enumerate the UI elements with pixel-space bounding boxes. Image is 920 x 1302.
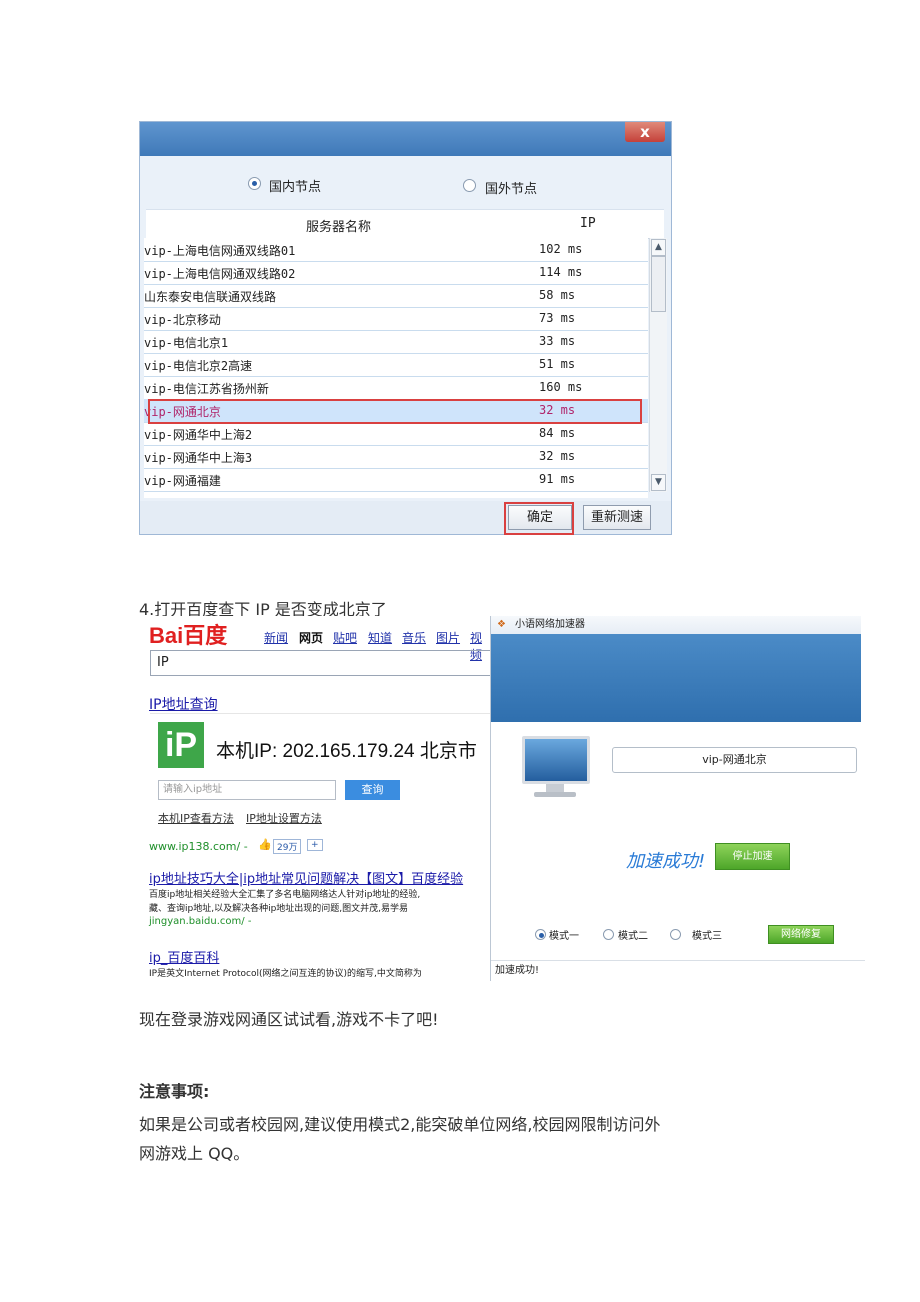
mode-three-radio[interactable] [670, 929, 681, 940]
server-list: vip-上海电信网通双线路01 102 ms vip-上海电信网通双线路02 114… [144, 238, 648, 498]
help-link-check-ip[interactable]: 本机IP查看方法 [158, 810, 234, 826]
result-experience-link[interactable]: ip地址技巧大全|ip地址常见问题解决【图文】百度经验 [149, 868, 491, 887]
baidu-search-page: Bai百度 新闻 网页 贴吧 知道 音乐 图片 视频 IP IP地址查询 iP … [147, 616, 495, 984]
server-ping: 33 ms [539, 334, 576, 348]
scroll-thumb[interactable] [651, 256, 666, 312]
mode-two-radio[interactable] [603, 929, 614, 940]
radio-domestic-label: 国内节点 [269, 180, 322, 195]
server-ping: 32 ms [539, 449, 576, 463]
server-name: 山东泰安电信联通双线路 [144, 290, 277, 304]
like-count: 29万 [273, 839, 302, 854]
column-ip[interactable]: IP [580, 216, 596, 231]
server-name: vip-电信北京2高速 [144, 359, 253, 373]
success-message: 加速成功! [626, 851, 706, 872]
ok-highlight-box [504, 502, 574, 535]
result-url: www.ip138.com/ - [149, 840, 248, 853]
server-name: vip-网通福建 [144, 474, 221, 488]
notes-heading: 注意事项: [139, 1082, 210, 1101]
notes-line-1: 如果是公司或者校园网,建议使用模式2,能突破单位网络,校园网限制访问外 [139, 1115, 661, 1134]
thumbs-up-icon[interactable]: 👍 [258, 838, 272, 851]
monitor-icon [522, 736, 590, 784]
server-name: vip-电信江苏省扬州新 [144, 382, 269, 396]
server-ping: 102 ms [539, 242, 583, 256]
status-bar: 加速成功! [491, 960, 865, 982]
result-baike-link[interactable]: ip_百度百科 [149, 947, 219, 966]
retest-button[interactable]: 重新测速 [583, 505, 651, 530]
notes-line-2: 网游戏上 QQ。 [139, 1144, 250, 1163]
mode-three-label: 模式三 [692, 931, 722, 942]
node-display-field[interactable]: vip-网通北京 [612, 747, 857, 773]
table-row[interactable]: vip-网通福建 91 ms [144, 468, 648, 492]
server-ping: 51 ms [539, 357, 576, 371]
close-button[interactable]: x [625, 122, 665, 142]
dialog-titlebar: x [140, 122, 671, 156]
table-row[interactable]: vip-上海电信网通双线路02 114 ms [144, 261, 648, 285]
mode-one-label: 模式一 [549, 931, 579, 942]
nav-zhidao[interactable]: 知道 [368, 629, 392, 646]
result-url: jingyan.baidu.com/ - [149, 916, 252, 927]
table-row[interactable]: 山东泰安电信联通双线路 58 ms [144, 284, 648, 308]
mode-two-label: 模式二 [618, 931, 648, 942]
app-banner [491, 634, 861, 722]
baidu-logo[interactable]: Bai百度 [149, 618, 227, 650]
stop-accelerate-button[interactable]: 停止加速 [715, 843, 790, 870]
table-row[interactable]: vip-北京移动 73 ms [144, 307, 648, 331]
scroll-up-icon[interactable]: ▲ [651, 239, 666, 256]
server-select-dialog: x 国内节点 国外节点 服务器名称 IP vip-上海电信网通双线路01 102 … [139, 121, 672, 535]
server-ping: 58 ms [539, 288, 576, 302]
table-row[interactable]: vip-电信北京2高速 51 ms [144, 353, 648, 377]
plus-button[interactable]: + [307, 839, 323, 851]
result-description: 百度ip地址相关经验大全汇集了多名电脑网络达人针对ip地址的经验, [149, 890, 421, 900]
scroll-down-icon[interactable]: ▼ [651, 474, 666, 491]
server-name: vip-电信北京1 [144, 336, 229, 350]
ip-address-input[interactable]: 请输入ip地址 [158, 780, 336, 800]
table-row[interactable]: vip-网通华中上海2 84 ms [144, 422, 648, 446]
table-row[interactable]: vip-上海电信网通双线路01 102 ms [144, 238, 648, 262]
nav-images[interactable]: 图片 [436, 629, 460, 646]
result-ip-lookup-link[interactable]: IP地址查询 [149, 694, 218, 714]
ip-info-card: iP 本机IP: 202.165.179.24 北京市 请输入ip地址 查询 本… [150, 713, 495, 832]
server-name: vip-上海电信网通双线路01 [144, 244, 296, 258]
list-scrollbar[interactable]: ▲ ▼ [649, 238, 667, 492]
monitor-base [534, 792, 576, 797]
mode-one-radio[interactable] [535, 929, 546, 940]
network-repair-button[interactable]: 网络修复 [768, 925, 834, 944]
table-header: 服务器名称 IP [146, 209, 664, 239]
app-title: 小语网络加速器 [515, 619, 585, 630]
table-row[interactable]: vip-网通华中上海3 32 ms [144, 445, 648, 469]
nav-news[interactable]: 新闻 [264, 629, 288, 646]
local-ip-text: 本机IP: 202.165.179.24 北京市 [216, 741, 477, 762]
table-row[interactable]: vip-电信北京1 33 ms [144, 330, 648, 354]
query-button[interactable]: 查询 [345, 780, 400, 800]
server-name: vip-网通华中上海2 [144, 428, 253, 442]
server-name: vip-上海电信网通双线路02 [144, 267, 296, 281]
nav-web[interactable]: 网页 [299, 629, 323, 646]
table-row[interactable]: vip-电信江苏省扬州新 160 ms [144, 376, 648, 400]
help-link-set-ip[interactable]: IP地址设置方法 [246, 810, 322, 826]
column-server-name[interactable]: 服务器名称 [306, 216, 371, 235]
search-input[interactable]: IP [150, 650, 495, 676]
server-ping: 73 ms [539, 311, 576, 325]
nav-music[interactable]: 音乐 [402, 629, 426, 646]
server-ping: 84 ms [539, 426, 576, 440]
result-description: IP是英文Internet Protocol(网络之间互连的协议)的缩写,中文简… [149, 969, 422, 979]
radio-foreign-label: 国外节点 [485, 182, 538, 197]
server-ping: 114 ms [539, 265, 583, 279]
nav-tieba[interactable]: 贴吧 [333, 629, 357, 646]
monitor-stand [546, 784, 564, 792]
accelerator-window: ❖ 小语网络加速器 vip-网通北京 加速成功! 停止加速 模式一 模式二 模式… [490, 616, 865, 981]
result-description: 藏、查询ip地址,以及解决各种ip地址出现的问题,图文并茂,易学易 [149, 904, 409, 914]
server-name: vip-网通华中上海3 [144, 451, 253, 465]
server-ping: 91 ms [539, 472, 576, 486]
app-titlebar: ❖ 小语网络加速器 [491, 616, 861, 634]
login-tip-text: 现在登录游戏网通区试试看,游戏不卡了吧! [139, 1010, 439, 1029]
server-ping: 160 ms [539, 380, 583, 394]
server-name: vip-北京移动 [144, 313, 221, 327]
selection-highlight-box [148, 399, 642, 424]
dialog-footer: 确定 重新测速 [140, 501, 671, 534]
ip-logo-icon: iP [158, 722, 204, 768]
radio-foreign[interactable] [463, 179, 476, 192]
radio-domestic[interactable] [248, 177, 261, 190]
app-logo-icon: ❖ [497, 619, 506, 630]
